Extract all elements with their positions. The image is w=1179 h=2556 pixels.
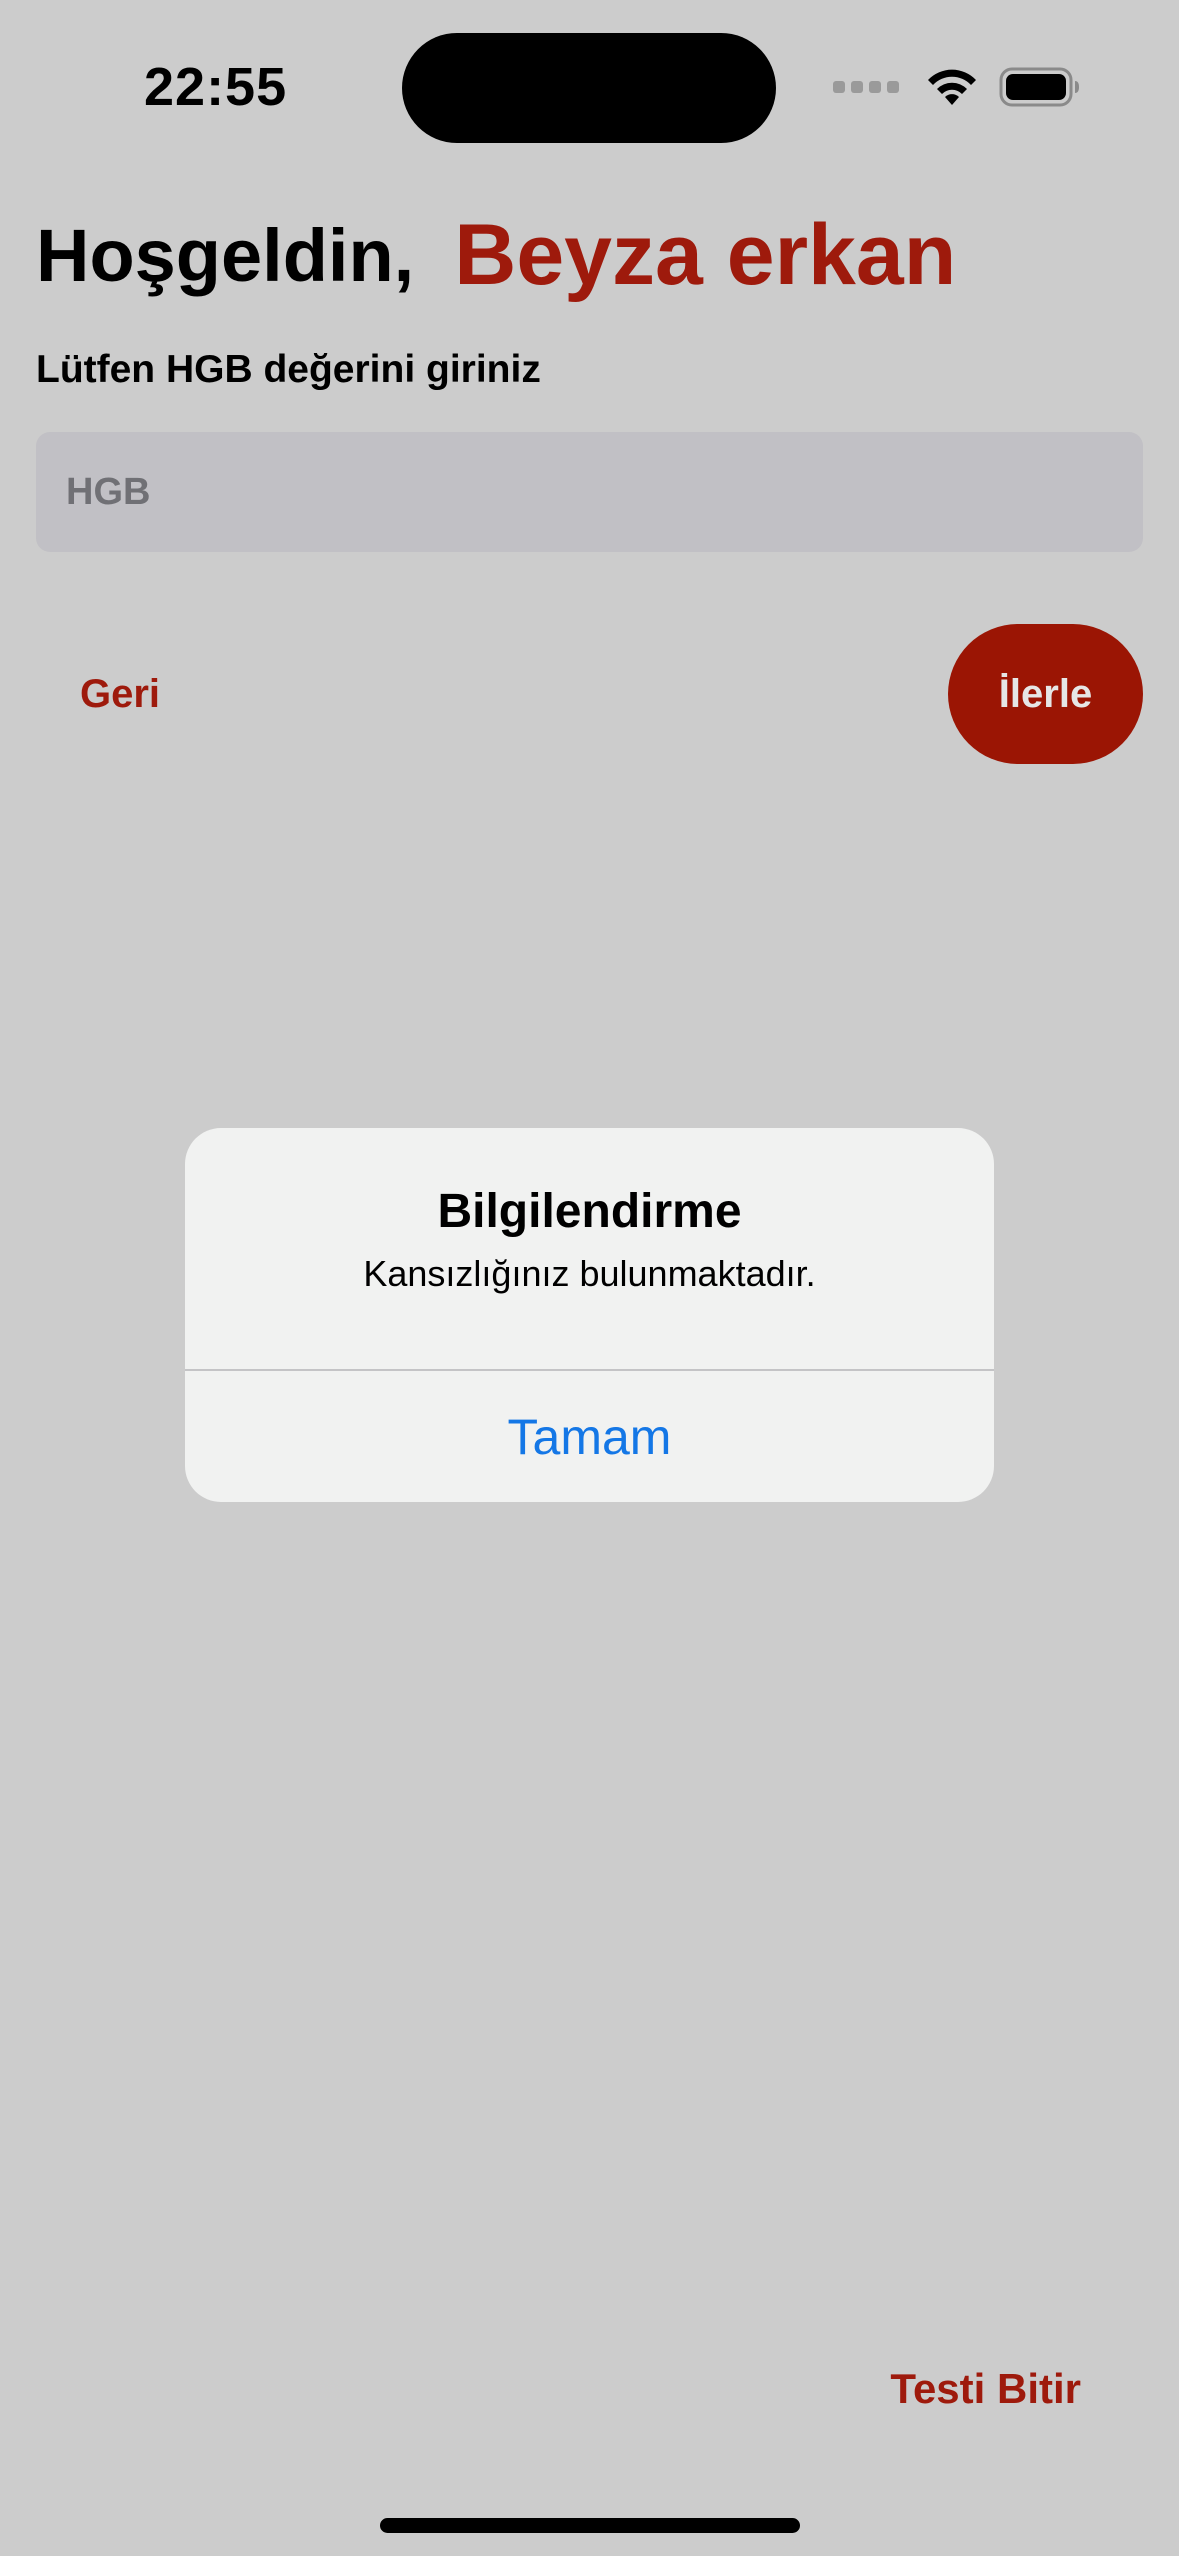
alert-message: Kansızlığınız bulunmaktadır. — [363, 1253, 816, 1294]
alert-ok-button[interactable]: Tamam — [185, 1371, 994, 1502]
user-name: Beyza erkan — [454, 206, 957, 303]
alert-dialog: Bilgilendirme Kansızlığınız bulunmaktadı… — [185, 1128, 994, 1502]
hgb-input[interactable] — [36, 432, 1143, 552]
next-button[interactable]: İlerle — [948, 624, 1143, 764]
greeting-label: Hoşgeldin, — [36, 213, 415, 297]
alert-title: Bilgilendirme — [437, 1185, 742, 1238]
back-button[interactable]: Geri — [60, 646, 180, 742]
status-time: 22:55 — [144, 57, 288, 117]
finish-test-button[interactable]: Testi Bitir — [870, 2344, 1101, 2434]
greeting-header: Hoşgeldin, Beyza erkan — [36, 200, 956, 310]
battery-icon — [999, 67, 1079, 107]
cellular-signal-icon — [833, 81, 899, 93]
hgb-prompt-label: Lütfen HGB değerini giriniz — [36, 348, 541, 391]
status-icons — [833, 62, 1081, 112]
wifi-icon — [928, 69, 976, 105]
home-indicator[interactable] — [380, 2518, 800, 2533]
dynamic-island — [402, 33, 776, 143]
